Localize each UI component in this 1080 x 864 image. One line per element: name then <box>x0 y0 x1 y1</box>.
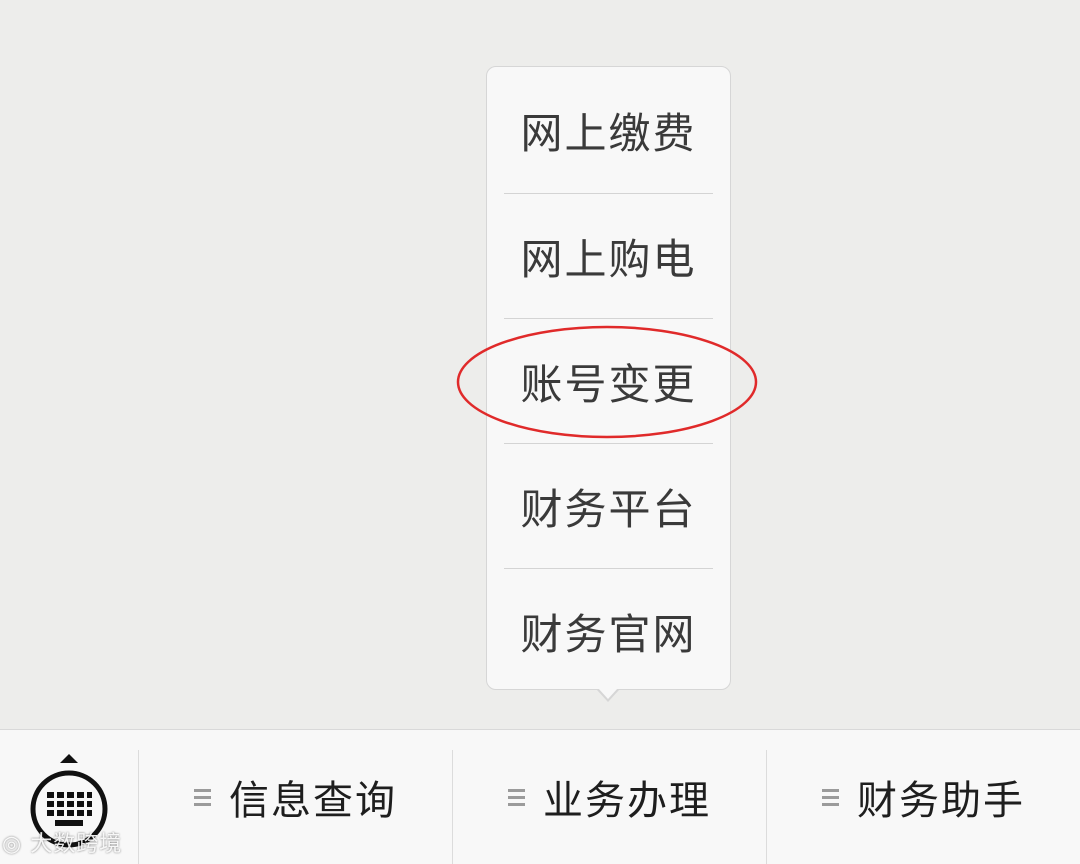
tab-finance-assistant[interactable]: 财务助手 <box>767 730 1080 864</box>
submenu-item-label: 账号变更 <box>520 359 697 409</box>
popup-pointer <box>598 688 618 699</box>
weibo-logo-icon: ◎ <box>2 832 23 857</box>
submenu-popup: 网上缴费 网上购电 账号变更 财务平台 财务官网 <box>486 66 731 690</box>
submenu-item-online-electricity[interactable]: 网上购电 <box>487 194 730 318</box>
tab-label: 业务办理 <box>543 778 711 824</box>
menu-list-icon <box>822 785 839 810</box>
tab-label: 信息查询 <box>229 778 397 824</box>
watermark: ◎ 大数跨境 <box>2 826 122 858</box>
submenu-item-label: 网上缴费 <box>520 108 697 158</box>
bottom-menu-bar: 信息查询 业务办理 财务助手 <box>0 729 1080 864</box>
submenu-item-label: 网上购电 <box>520 234 697 284</box>
submenu-item-finance-platform[interactable]: 财务平台 <box>487 444 730 568</box>
watermark-text: 大数跨境 <box>30 832 123 857</box>
submenu-item-finance-website[interactable]: 财务官网 <box>487 569 730 693</box>
submenu-item-label: 财务官网 <box>520 609 697 659</box>
submenu-item-label: 财务平台 <box>520 484 697 534</box>
tab-label: 财务助手 <box>857 778 1025 824</box>
submenu-item-online-payment[interactable]: 网上缴费 <box>487 67 730 193</box>
tab-business-handling[interactable]: 业务办理 <box>453 730 766 864</box>
menu-list-icon <box>508 785 525 810</box>
tab-info-query[interactable]: 信息查询 <box>139 730 452 864</box>
submenu-item-account-change[interactable]: 账号变更 <box>487 319 730 443</box>
menu-list-icon <box>194 785 211 810</box>
caret-up-icon <box>60 754 78 763</box>
